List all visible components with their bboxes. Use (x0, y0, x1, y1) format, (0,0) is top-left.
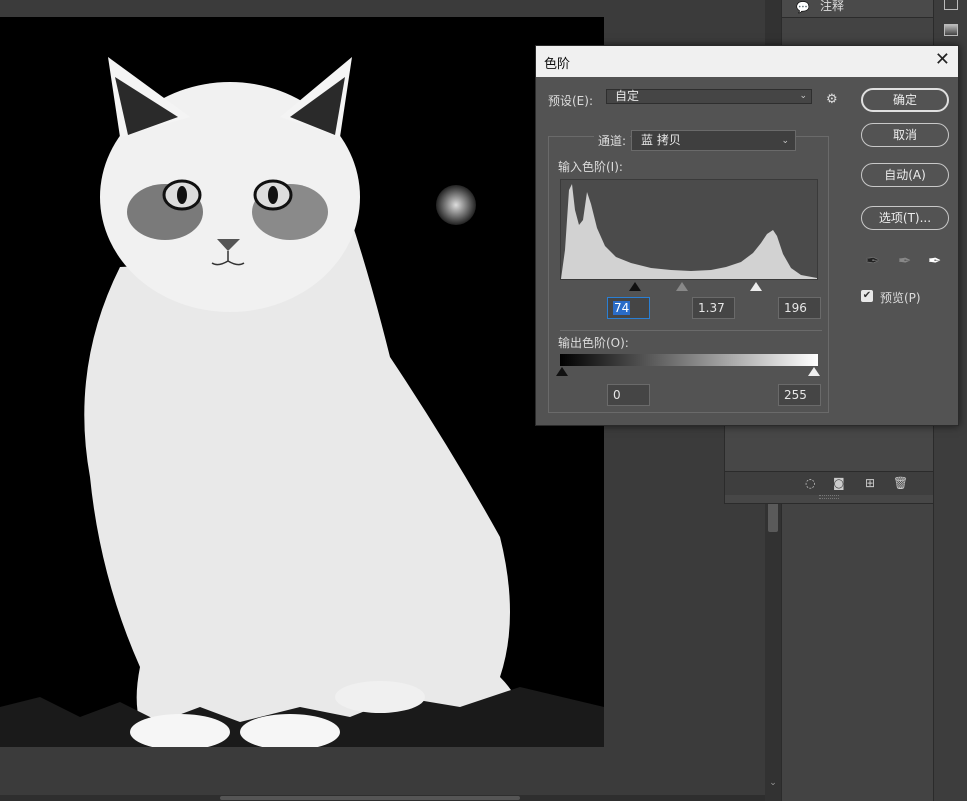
preset-select[interactable]: 自定 ⌄ (606, 89, 812, 104)
output-white-slider[interactable] (808, 367, 820, 376)
comment-icon: 💬 (796, 1, 810, 14)
preset-label: 预设(E): (548, 94, 593, 108)
histogram-graph (561, 184, 817, 279)
gear-icon[interactable]: ⚙ (826, 92, 838, 107)
channel-select[interactable]: 蓝 拷贝 ⌄ (631, 130, 796, 151)
input-gamma-field[interactable]: 1.37 (692, 297, 735, 319)
document-image[interactable] (0, 17, 604, 747)
layers-panel: ◌ ◙ ⊞ 🗑 (724, 424, 934, 504)
scroll-thumb[interactable] (768, 500, 778, 532)
levels-dialog: 色阶 ✕ 预设(E): 自定 ⌄ ⚙ 通道: 蓝 拷贝 ⌄ 输入色阶(I): 7… (535, 45, 959, 426)
histogram (560, 179, 818, 280)
panel-tab-label: 注释 (820, 0, 845, 13)
preview-label[interactable]: 预览(P) (880, 289, 921, 306)
scroll-down-icon[interactable]: ⌄ (768, 778, 778, 788)
input-gamma-value: 1.37 (698, 301, 725, 315)
input-white-slider[interactable] (750, 282, 762, 291)
ok-button[interactable]: 确定 (861, 88, 949, 112)
channel-label: 通道: (594, 132, 631, 149)
cat-photo (0, 17, 604, 747)
gradient-icon[interactable] (944, 24, 958, 36)
dialog-title: 色阶 (544, 57, 571, 72)
layers-toolbar: ◌ ◙ ⊞ 🗑 (725, 471, 933, 495)
mask-icon[interactable]: ◙ (833, 476, 845, 490)
new-layer-icon[interactable]: ⊞ (865, 476, 875, 490)
chevron-down-icon: ⌄ (781, 136, 789, 146)
preview-checkbox[interactable]: ✔ (861, 290, 873, 302)
input-black-field[interactable]: 74 (607, 297, 650, 319)
input-black-value: 74 (613, 301, 631, 315)
input-white-field[interactable]: 196 (778, 297, 821, 319)
output-levels-label: 输出色阶(O): (558, 336, 629, 350)
divider (560, 330, 822, 331)
input-white-value: 196 (784, 301, 807, 315)
checkbox-icon: ✔ (862, 290, 872, 301)
input-levels-label: 输入色阶(I): (558, 160, 623, 174)
grid-icon[interactable] (944, 0, 958, 10)
input-black-slider[interactable] (629, 282, 641, 291)
eyedropper-white-icon[interactable]: ✒ (928, 251, 941, 270)
output-black-slider[interactable] (556, 367, 568, 376)
channel-value: 蓝 拷贝 (641, 133, 681, 147)
output-gradient (560, 354, 818, 366)
chevron-down-icon: ⌄ (799, 91, 807, 101)
close-icon[interactable]: ✕ (935, 49, 950, 70)
selection-icon[interactable]: ◌ (805, 476, 815, 490)
dialog-titlebar[interactable]: 色阶 ✕ (536, 46, 958, 77)
cancel-button[interactable]: 取消 (861, 123, 949, 147)
options-button[interactable]: 选项(T)... (861, 206, 949, 230)
input-gamma-slider[interactable] (676, 282, 688, 291)
output-white-value: 255 (784, 388, 807, 402)
preset-value: 自定 (615, 89, 640, 103)
panel-tab-comments[interactable]: 💬 注释 (782, 0, 934, 18)
eyedropper-black-icon[interactable]: ✒ (866, 251, 879, 270)
horizontal-scrollbar[interactable] (0, 795, 765, 801)
scroll-thumb[interactable] (220, 796, 520, 800)
resize-grip[interactable] (819, 495, 839, 499)
auto-button[interactable]: 自动(A) (861, 163, 949, 187)
output-black-value: 0 (613, 388, 621, 402)
eyedropper-gray-icon[interactable]: ✒ (898, 251, 911, 270)
output-white-field[interactable]: 255 (778, 384, 821, 406)
output-black-field[interactable]: 0 (607, 384, 650, 406)
trash-icon[interactable]: 🗑 (893, 476, 908, 490)
